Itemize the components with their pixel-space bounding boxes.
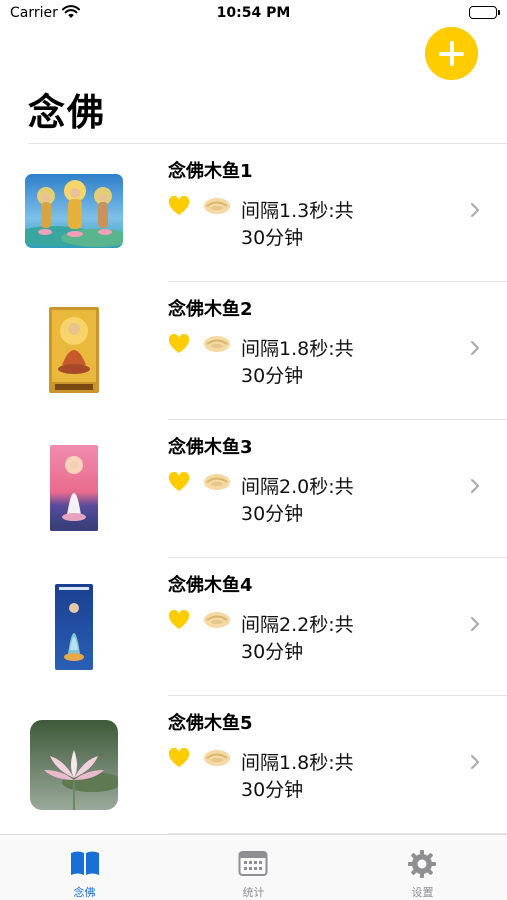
item-desc: 间隔1.8秒:共30分钟 (241, 752, 354, 801)
item-title: 念佛木鱼3 (168, 437, 253, 458)
wooden-fish-icon (203, 611, 231, 633)
three-buddhas-image (25, 174, 123, 248)
seated-buddha-image (49, 307, 99, 393)
list-item[interactable]: 念佛木鱼3 间隔2.0秒:共30分钟 (0, 420, 507, 558)
item-desc: 间隔2.2秒:共30分钟 (241, 614, 354, 663)
tab-settings[interactable]: 设置 (338, 835, 507, 900)
wooden-fish-icon (203, 197, 231, 219)
heart-icon[interactable] (168, 333, 190, 358)
heart-icon[interactable] (168, 195, 190, 220)
heart-icon[interactable] (168, 747, 190, 772)
item-title: 念佛木鱼2 (168, 299, 253, 320)
add-button[interactable] (425, 27, 478, 80)
heart-icon[interactable] (168, 609, 190, 634)
book-icon (71, 851, 99, 875)
page-title: 念佛 (28, 91, 106, 134)
item-desc: 间隔2.0秒:共30分钟 (241, 476, 354, 525)
list-item[interactable]: 念佛木鱼2 间隔1.8秒:共30分钟 (0, 282, 507, 420)
tab-bar: 念佛 统计 设置 (0, 834, 507, 900)
lotus-flower-image (30, 720, 118, 810)
wooden-fish-icon (203, 473, 231, 495)
item-title: 念佛木鱼1 (168, 161, 253, 182)
tab-nianfo[interactable]: 念佛 (0, 835, 169, 900)
chevron-right-icon (470, 754, 480, 774)
calendar-icon (238, 851, 268, 876)
item-title: 念佛木鱼5 (168, 713, 253, 734)
wooden-fish-icon (203, 749, 231, 771)
guanyin-blue-image (55, 584, 93, 670)
item-title: 念佛木鱼4 (168, 575, 253, 596)
list-item[interactable]: 念佛木鱼4 间隔2.2秒:共30分钟 (0, 558, 507, 696)
tab-stats[interactable]: 统计 (169, 835, 338, 900)
wooden-fish-icon (203, 335, 231, 357)
chevron-right-icon (470, 340, 480, 360)
item-desc: 间隔1.8秒:共30分钟 (241, 338, 354, 387)
guanyin-sunset-image (50, 445, 98, 531)
tab-label: 设置 (411, 886, 434, 899)
status-bar: Carrier 10:54 PM (0, 0, 507, 28)
status-time: 10:54 PM (216, 5, 291, 21)
chevron-right-icon (470, 202, 480, 222)
chevron-right-icon (470, 478, 480, 498)
battery-icon (469, 6, 500, 19)
session-list: 念佛木鱼1 间隔1.3秒:共30分钟 念佛木鱼2 间隔1.8秒:共30分钟 念佛… (0, 144, 507, 834)
list-item[interactable]: 念佛木鱼5 间隔1.8秒:共30分钟 (0, 696, 507, 834)
heart-icon[interactable] (168, 471, 190, 496)
list-item[interactable]: 念佛木鱼1 间隔1.3秒:共30分钟 (0, 144, 507, 282)
gear-icon (408, 850, 436, 878)
tab-label: 念佛 (73, 886, 96, 899)
chevron-right-icon (470, 616, 480, 636)
item-desc: 间隔1.3秒:共30分钟 (241, 200, 354, 249)
tab-label: 统计 (242, 886, 265, 899)
